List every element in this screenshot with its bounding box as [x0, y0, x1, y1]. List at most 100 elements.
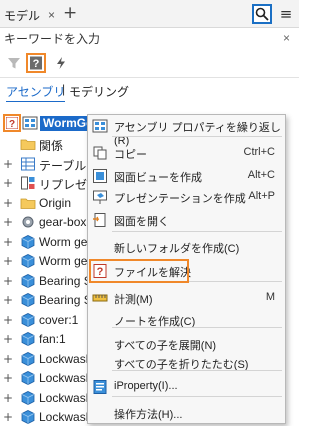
tree-row-label: Lockwash [39, 351, 93, 366]
folder-icon [20, 195, 36, 211]
menu-separator [112, 136, 282, 137]
tree-row-label: Lockwash [39, 410, 93, 424]
copy-icon [92, 145, 108, 161]
tree-row-label: cover:1 [39, 312, 79, 327]
part-icon [20, 273, 36, 289]
table-icon [20, 156, 36, 172]
view-tab-assembly[interactable]: アセンブリ [6, 83, 66, 102]
expand-icon[interactable]: + [3, 215, 13, 229]
search-bar: × [0, 28, 299, 50]
tree-row-label: Bearing S [39, 273, 92, 288]
unresolved-filter-button[interactable]: ? [26, 53, 46, 73]
tree-row-label: 関係 [39, 139, 64, 153]
context-menu-item-label: プレゼンテーションを作成 [114, 193, 246, 205]
context-menu-item[interactable]: コピー Ctrl+C [88, 142, 285, 164]
panel-menu-button[interactable]: ≡ [276, 4, 296, 24]
tree-row-label: Worm gea [39, 254, 95, 268]
context-menu-item-shortcut: Ctrl+C [243, 146, 275, 158]
presentation-icon [92, 189, 108, 205]
filter-button[interactable] [5, 54, 23, 72]
lightning-button[interactable] [52, 54, 70, 72]
view-tab-modeling[interactable]: モデリング [69, 83, 129, 100]
tree-row-label: Bearing S [39, 293, 92, 307]
context-menu-item-shortcut: Alt+C [247, 169, 275, 181]
part-icon [20, 292, 36, 308]
filter-toolbar: ? [0, 50, 299, 78]
tree-row-label: fan:1 [39, 332, 66, 346]
search-icon [255, 7, 269, 21]
expand-icon[interactable]: + [3, 293, 13, 307]
open-drawing-icon [92, 212, 108, 228]
tab-model-label: モデル [4, 8, 41, 23]
tree-row-label: テーブル [39, 158, 87, 173]
context-menu-item[interactable]: 新しいフォルダを作成(C) [88, 236, 285, 258]
part-icon [20, 409, 36, 425]
svg-text:?: ? [9, 119, 15, 129]
gear-box-icon [20, 214, 36, 230]
tree-row-label: Lockwash [39, 371, 93, 385]
context-menu-item-shortcut: Alt+P [248, 190, 275, 202]
context-menu-item-label: コピー [114, 149, 147, 161]
context-menu-item-label: 図面を開く [114, 216, 169, 228]
search-button[interactable] [252, 4, 272, 24]
expand-icon[interactable]: + [3, 196, 13, 210]
context-menu-item[interactable]: iProperty(I)... [88, 376, 285, 398]
root-unresolved-marker: ? [3, 114, 21, 132]
tree-row-label: Origin [39, 195, 72, 210]
expand-icon[interactable]: + [3, 371, 13, 385]
context-menu-item-label: iProperty(I)... [114, 380, 178, 392]
tab-model[interactable]: モデル × [4, 5, 55, 25]
expand-icon[interactable]: + [3, 391, 13, 405]
context-menu-item-label: 操作方法(H)... [114, 409, 183, 421]
new-tab-icon[interactable]: + [63, 3, 77, 23]
context-menu-item-label: 図面ビューを作成 [114, 172, 202, 184]
context-menu-item[interactable]: 計測(M) M [88, 287, 285, 309]
view-tabs: アセンブリ | モデリング [0, 80, 299, 102]
context-menu-item[interactable]: 操作方法(H)... [88, 402, 285, 424]
expand-icon[interactable]: + [3, 254, 13, 268]
iproperty-icon [92, 379, 108, 395]
panel-tabbar: モデル × + ≡ [0, 0, 299, 28]
filter-icon [8, 58, 20, 69]
resolve-file-highlight [89, 259, 189, 283]
part-icon [20, 253, 36, 269]
search-input[interactable] [4, 30, 274, 48]
expand-icon[interactable]: + [3, 410, 13, 424]
assembly-properties-icon [92, 118, 108, 134]
part-icon [20, 351, 36, 367]
context-menu-item-label: 計測(M) [114, 294, 153, 306]
lightning-icon [57, 57, 65, 69]
menu-separator [112, 396, 282, 397]
context-menu-item[interactable]: 図面ビューを作成 Alt+C [88, 165, 285, 187]
expand-icon[interactable]: + [3, 332, 13, 346]
tree-row-label: gear-box.i [39, 215, 93, 229]
part-icon [20, 390, 36, 406]
svg-text:?: ? [33, 58, 40, 70]
expand-icon[interactable]: + [3, 274, 13, 288]
part-icon [20, 331, 36, 347]
expand-icon[interactable]: + [3, 352, 13, 366]
context-menu: アセンブリ プロパティを繰り返し(R) コピー Ctrl+C 図面ビューを作成 Alt+… [87, 114, 286, 424]
context-menu-item[interactable]: 図面を開く [88, 209, 285, 231]
expand-icon[interactable]: + [3, 157, 13, 171]
context-menu-item[interactable]: プレゼンテーションを作成 Alt+P [88, 186, 285, 208]
tree-row-label: Worm gea [39, 234, 95, 249]
expand-icon[interactable]: + [3, 235, 13, 249]
menu-separator [112, 370, 282, 371]
context-menu-item-shortcut: M [265, 291, 275, 303]
tab-close-icon[interactable]: × [48, 8, 55, 22]
expand-icon[interactable]: + [3, 313, 13, 327]
context-menu-item-label: すべての子を展開(N) [114, 340, 217, 352]
part-icon [20, 312, 36, 328]
unresolved-question-icon: ? [6, 117, 18, 129]
menu-separator [112, 327, 282, 328]
unresolved-question-icon: ? [30, 56, 42, 70]
expand-icon[interactable]: + [3, 176, 13, 190]
part-icon [20, 234, 36, 250]
assembly-icon [22, 115, 38, 131]
hamburger-icon: ≡ [279, 5, 293, 23]
part-icon [20, 370, 36, 386]
search-clear-icon[interactable]: × [283, 31, 290, 45]
context-menu-item[interactable]: アセンブリ プロパティを繰り返し(R) [88, 115, 285, 147]
representations-icon [20, 175, 36, 191]
